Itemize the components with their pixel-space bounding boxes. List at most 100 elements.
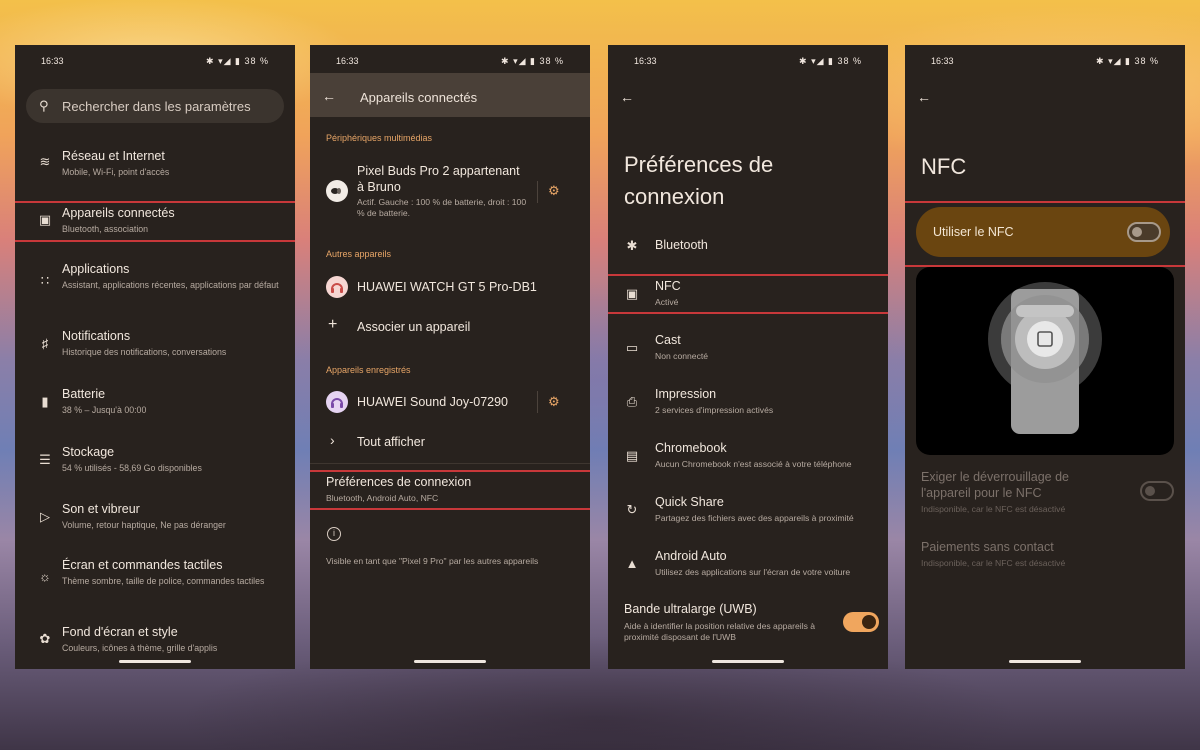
settings-item-network[interactable]: ≋ Réseau et Internet Mobile, Wi-Fi, poin… <box>15 147 295 187</box>
chromebook-icon: ▤ <box>625 448 639 463</box>
settings-item-title: Fond d'écran et style <box>62 625 178 639</box>
uwb-subtitle: Aide à identifier la position relative d… <box>624 621 816 642</box>
pref-item-subtitle: Non connecté <box>655 351 709 361</box>
plus-icon: + <box>328 316 338 333</box>
phone-screen-connection-preferences: 16:33 ✱ ▾◢ ▮ 38 % ← Préférences de conne… <box>608 45 888 669</box>
app-bar: ← Appareils connectés <box>310 73 590 117</box>
phone-screen-settings: 16:33 ✱ ▾◢ ▮ 38 % ⚲ Rechercher dans les … <box>15 45 295 669</box>
device-status: Actif. Gauche : 100 % de batterie, droit… <box>357 197 527 218</box>
phone-screen-nfc: 16:33 ✱ ▾◢ ▮ 38 % ← NFC Utiliser le NFC … <box>905 45 1185 669</box>
chevron-right-icon: › <box>330 432 335 448</box>
quickshare-icon: ↻ <box>626 502 638 517</box>
device-name: HUAWEI WATCH GT 5 Pro-DB1 <box>357 280 537 294</box>
highlight-box <box>905 201 1185 267</box>
require-unlock-subtitle: Indisponible, car le NFC est désactivé <box>921 504 1066 514</box>
settings-item-subtitle: 38 % – Jusqu'à 00:00 <box>62 405 147 415</box>
palette-icon: ✿ <box>39 631 51 646</box>
battery-icon: ▮ <box>41 394 49 409</box>
status-time: 16:33 <box>41 56 64 66</box>
status-bar: 16:33 ✱ ▾◢ ▮ 38 % <box>336 56 564 70</box>
back-arrow-icon[interactable]: ← <box>917 89 931 105</box>
contactless-payments-subtitle: Indisponible, car le NFC est désactivé <box>921 558 1066 568</box>
divider <box>537 181 538 203</box>
cast-icon: ▭ <box>625 340 639 355</box>
status-time: 16:33 <box>931 56 954 66</box>
storage-icon: ☰ <box>39 452 51 467</box>
pref-item-subtitle: Aucun Chromebook n'est associé à votre t… <box>655 459 852 469</box>
display-icon: ☼ <box>39 569 51 584</box>
search-input[interactable]: Rechercher dans les paramètres <box>62 99 251 114</box>
pref-item-title: Cast <box>655 333 681 347</box>
bluetooth-icon: ✱ <box>626 238 638 253</box>
settings-item-wallpaper[interactable]: ✿ Fond d'écran et style Couleurs, icônes… <box>15 625 295 665</box>
settings-item-sound[interactable]: ▷ Son et vibreur Volume, retour haptique… <box>15 501 295 541</box>
settings-item-storage[interactable]: ☰ Stockage 54 % utilisés - 58,69 Go disp… <box>15 444 295 484</box>
pref-item-subtitle: Utilisez des applications sur l'écran de… <box>655 567 851 577</box>
pair-device-label: Associer un appareil <box>357 320 471 334</box>
settings-item-apps[interactable]: ∷ Applications Assistant, applications r… <box>15 261 295 311</box>
settings-item-title: Stockage <box>62 445 115 459</box>
visibility-text: Visible en tant que "Pixel 9 Pro" par le… <box>326 556 539 566</box>
back-arrow-icon[interactable]: ← <box>620 89 634 105</box>
settings-item-subtitle: Volume, retour haptique, Ne pas déranger <box>62 520 226 530</box>
pref-item-title: Bluetooth <box>655 238 708 252</box>
settings-item-subtitle: Couleurs, icônes à thème, grille d'appli… <box>62 643 218 653</box>
settings-item-title: Écran et commandes tactiles <box>62 558 223 572</box>
status-icons: ✱ ▾◢ ▮ 38 % <box>799 56 862 66</box>
gear-icon[interactable]: ⚙ <box>548 183 560 199</box>
highlight-box <box>15 201 295 242</box>
gear-icon[interactable]: ⚙ <box>548 394 560 410</box>
uwb-title: Bande ultralarge (UWB) <box>624 602 757 616</box>
device-name: HUAWEI Sound Joy-07290 <box>357 395 509 409</box>
section-header-media: Périphériques multimédias <box>326 133 433 143</box>
settings-item-title: Réseau et Internet <box>62 149 165 163</box>
settings-item-title: Applications <box>62 262 130 276</box>
apps-icon: ∷ <box>40 273 50 288</box>
status-icons: ✱ ▾◢ ▮ 38 % <box>206 56 269 66</box>
require-unlock-title: Exiger le déverrouillage de l'appareil p… <box>921 470 1070 500</box>
print-icon: ⎙ <box>626 394 638 409</box>
volume-icon: ▷ <box>40 509 50 524</box>
wifi-icon: ≋ <box>39 154 51 169</box>
status-bar: 16:33 ✱ ▾◢ ▮ 38 % <box>634 56 862 70</box>
status-time: 16:33 <box>634 56 657 66</box>
status-icons: ✱ ▾◢ ▮ 38 % <box>1096 56 1159 66</box>
nfc-illustration <box>916 267 1174 455</box>
android-auto-icon: ▲ <box>625 556 639 571</box>
phone-screen-connected-devices: ← Appareils connectés 16:33 ✱ ▾◢ ▮ 38 % … <box>310 45 590 669</box>
settings-item-subtitle: Assistant, applications récentes, applic… <box>62 280 279 290</box>
status-icons: ✱ ▾◢ ▮ 38 % <box>501 56 564 66</box>
page-title: NFC <box>921 154 967 179</box>
settings-item-display[interactable]: ☼ Écran et commandes tactiles Thème somb… <box>15 557 295 607</box>
page-title: Préférences de connexion <box>624 152 774 209</box>
info-icon: i <box>327 527 341 541</box>
status-bar: 16:33 ✱ ▾◢ ▮ 38 % <box>931 56 1159 70</box>
earbuds-icon <box>326 180 348 202</box>
pref-item-subtitle: Partagez des fichiers avec des appareils… <box>655 513 854 523</box>
back-arrow-icon[interactable]: ← <box>322 88 336 104</box>
settings-item-notifications[interactable]: ♯ Notifications Historique des notificat… <box>15 328 295 368</box>
pref-item-title: Android Auto <box>655 549 727 563</box>
section-header-other: Autres appareils <box>326 249 392 259</box>
settings-item-subtitle: Historique des notifications, conversati… <box>62 347 227 357</box>
uwb-toggle[interactable] <box>843 612 879 632</box>
divider <box>310 463 590 464</box>
highlight-box <box>608 274 888 314</box>
gesture-bar <box>712 660 784 663</box>
settings-item-subtitle: Thème sombre, taille de police, commande… <box>62 576 265 586</box>
search-bar[interactable]: ⚲ Rechercher dans les paramètres <box>26 89 284 123</box>
settings-item-title: Son et vibreur <box>62 502 140 516</box>
pref-item-title: Quick Share <box>655 495 724 509</box>
pref-item-subtitle: 2 services d'impression activés <box>655 405 774 415</box>
pref-item-title: Chromebook <box>655 441 727 455</box>
headphones-icon <box>326 276 348 298</box>
settings-item-title: Batterie <box>62 387 106 401</box>
divider <box>537 391 538 413</box>
settings-item-subtitle: Mobile, Wi-Fi, point d'accès <box>62 167 170 177</box>
bell-icon: ♯ <box>41 336 49 351</box>
section-header-saved: Appareils enregistrés <box>326 365 411 375</box>
settings-item-battery[interactable]: ▮ Batterie 38 % – Jusqu'à 00:00 <box>15 386 295 426</box>
contactless-payments-title: Paiements sans contact <box>921 540 1054 554</box>
toggle-knob <box>1145 486 1155 496</box>
pref-item-title: Impression <box>655 387 717 401</box>
